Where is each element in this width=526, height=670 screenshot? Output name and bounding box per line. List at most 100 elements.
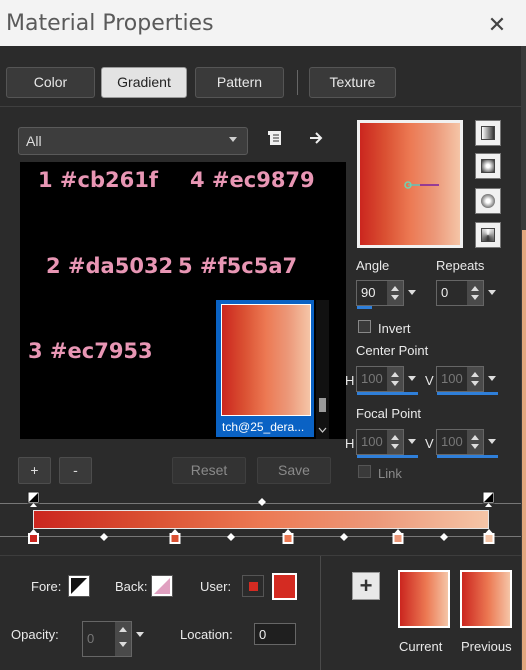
- chevron-down-icon[interactable]: [391, 295, 399, 300]
- center-v-value[interactable]: 100: [441, 371, 463, 386]
- chevron-down-icon[interactable]: [471, 381, 479, 386]
- color-stop-2[interactable]: [169, 529, 181, 544]
- focal-v-input[interactable]: 100: [436, 429, 498, 458]
- link-checkbox[interactable]: [358, 465, 371, 478]
- color-midpoint[interactable]: [100, 533, 108, 541]
- angle-stepper[interactable]: [387, 281, 403, 305]
- focal-h-slider-fill: [357, 455, 418, 458]
- radial-style-button[interactable]: [475, 222, 501, 248]
- focal-v-stepper[interactable]: [467, 430, 483, 454]
- focal-h-input[interactable]: 100: [356, 429, 418, 458]
- angle-input[interactable]: 90: [356, 280, 416, 309]
- chevron-up-icon[interactable]: [119, 627, 127, 632]
- center-v-input[interactable]: 100: [436, 366, 498, 395]
- user-color-swatch[interactable]: [272, 573, 297, 600]
- chevron-down-icon[interactable]: [471, 444, 479, 449]
- location-input[interactable]: 0: [254, 623, 296, 645]
- opacity-midpoint[interactable]: [258, 498, 266, 506]
- sunburst-style-icon: [481, 194, 495, 208]
- current-material-swatch[interactable]: [398, 570, 450, 628]
- rectangular-style-button[interactable]: [475, 153, 501, 179]
- resource-manager-icon[interactable]: [268, 130, 284, 146]
- reset-button[interactable]: Reset: [172, 457, 246, 484]
- color-midpoint[interactable]: [227, 533, 235, 541]
- tab-gradient[interactable]: Gradient: [101, 67, 187, 98]
- chevron-up-icon[interactable]: [471, 435, 479, 440]
- location-value[interactable]: 0: [259, 627, 266, 642]
- scrollbar-thumb[interactable]: [319, 398, 326, 412]
- opacity-stop-end[interactable]: [482, 491, 495, 507]
- back-swatch[interactable]: [151, 575, 173, 597]
- dropdown-arrow-icon[interactable]: [408, 290, 416, 295]
- divider: [0, 555, 521, 556]
- remove-gradient-button[interactable]: -: [59, 457, 92, 484]
- library-item-label: tch@25_dera...: [222, 420, 305, 434]
- arrow-right-icon[interactable]: [308, 130, 324, 146]
- current-label: Current: [399, 639, 443, 654]
- color-stop-4[interactable]: [392, 529, 404, 544]
- chevron-down-icon[interactable]: [318, 426, 327, 434]
- dropdown-arrow-icon[interactable]: [488, 290, 496, 295]
- angle-value[interactable]: 90: [361, 285, 375, 300]
- center-point-label: Center Point: [356, 343, 429, 358]
- chevron-up-icon[interactable]: [391, 286, 399, 291]
- chevron-up-icon[interactable]: [471, 286, 479, 291]
- previous-material-swatch[interactable]: [460, 570, 512, 628]
- opacity-stepper[interactable]: [115, 622, 131, 656]
- chevron-up-icon[interactable]: [391, 435, 399, 440]
- color-stop-1[interactable]: [28, 529, 39, 544]
- chevron-down-icon: [229, 137, 237, 142]
- center-h-stepper[interactable]: [387, 367, 403, 391]
- repeats-label: Repeats: [436, 258, 485, 273]
- chevron-down-icon[interactable]: [391, 444, 399, 449]
- fore-swatch[interactable]: [68, 575, 90, 597]
- linear-style-icon: [481, 126, 495, 140]
- close-button[interactable]: ✕: [487, 12, 507, 38]
- invert-label: Invert: [378, 321, 411, 336]
- repeats-input[interactable]: 0: [436, 280, 496, 306]
- library-scrollbar[interactable]: [316, 300, 329, 439]
- sunburst-style-button[interactable]: [475, 188, 501, 214]
- dropdown-arrow-icon[interactable]: [408, 376, 416, 381]
- chevron-down-icon[interactable]: [471, 295, 479, 300]
- chevron-up-icon[interactable]: [471, 372, 479, 377]
- color-midpoint[interactable]: [340, 533, 348, 541]
- center-h-input[interactable]: 100: [356, 366, 418, 395]
- save-button[interactable]: Save: [257, 457, 331, 484]
- chevron-up-icon[interactable]: [391, 372, 399, 377]
- add-to-swatches-button[interactable]: +: [352, 572, 380, 600]
- user-swatch-small[interactable]: [242, 575, 264, 597]
- chevron-down-icon[interactable]: [391, 381, 399, 386]
- opacity-label: Opacity:: [11, 627, 59, 642]
- tab-pattern[interactable]: Pattern: [195, 67, 284, 98]
- tab-texture[interactable]: Texture: [309, 67, 396, 98]
- gradient-angle-handle[interactable]: [402, 178, 442, 192]
- opacity-value[interactable]: 0: [87, 631, 94, 646]
- gradient-stops-overlay[interactable]: [26, 490, 496, 546]
- library-filter-dropdown[interactable]: All: [18, 127, 248, 155]
- center-h-value[interactable]: 100: [361, 371, 383, 386]
- linear-style-button[interactable]: [475, 120, 501, 146]
- color-stop-5[interactable]: [483, 529, 495, 544]
- color-stop-3[interactable]: [282, 529, 294, 544]
- center-v-stepper[interactable]: [467, 367, 483, 391]
- repeats-value[interactable]: 0: [441, 285, 448, 300]
- opacity-input[interactable]: 0: [82, 621, 144, 657]
- focal-v-value[interactable]: 100: [441, 434, 463, 449]
- color-midpoint[interactable]: [440, 533, 448, 541]
- gradient-thumbnail[interactable]: [221, 304, 311, 416]
- invert-checkbox[interactable]: [358, 320, 371, 333]
- focal-h-value[interactable]: 100: [361, 434, 383, 449]
- background-window-edge: [522, 230, 526, 670]
- dropdown-arrow-icon[interactable]: [488, 439, 496, 444]
- tab-color[interactable]: Color: [6, 67, 95, 98]
- dropdown-arrow-icon[interactable]: [488, 376, 496, 381]
- focal-h-stepper[interactable]: [387, 430, 403, 454]
- add-gradient-button[interactable]: +: [18, 457, 51, 484]
- dropdown-arrow-icon[interactable]: [136, 632, 144, 637]
- dropdown-arrow-icon[interactable]: [408, 439, 416, 444]
- angle-slider-fill: [357, 306, 372, 309]
- opacity-stop-start[interactable]: [27, 491, 40, 507]
- repeats-stepper[interactable]: [467, 281, 483, 305]
- chevron-down-icon[interactable]: [119, 642, 127, 647]
